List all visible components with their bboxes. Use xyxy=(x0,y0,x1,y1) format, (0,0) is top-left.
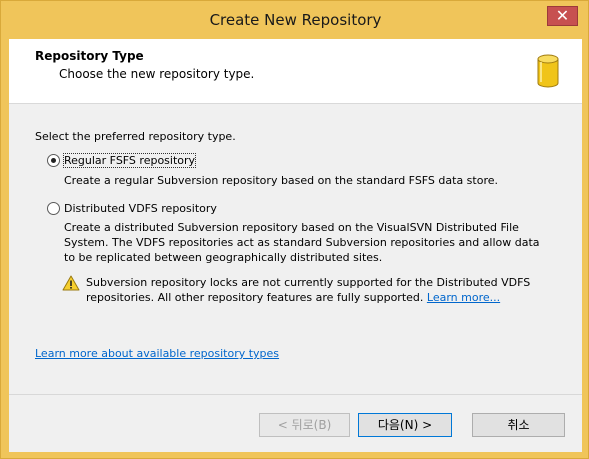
warning-line-1: Subversion repository locks are not curr… xyxy=(86,276,531,289)
fsfs-description: Create a regular Subversion repository b… xyxy=(64,174,499,187)
window-title: Create New Repository xyxy=(209,11,382,29)
button-separator xyxy=(9,394,582,395)
header-title: Repository Type xyxy=(35,49,144,63)
warning-icon xyxy=(62,275,80,291)
vdfs-radio[interactable] xyxy=(47,202,60,215)
cancel-button[interactable]: 취소 xyxy=(472,413,565,437)
learn-more-repository-types-link[interactable]: Learn more about available repository ty… xyxy=(35,347,279,360)
warning-line-2-text: repositories. All other repository featu… xyxy=(86,291,424,304)
vdfs-description-line-2: System. The VDFS repositories act as sta… xyxy=(64,236,540,249)
database-icon xyxy=(537,54,559,88)
dialog-client-area: Repository Type Choose the new repositor… xyxy=(9,39,582,452)
vdfs-description-line-1: Create a distributed Subversion reposito… xyxy=(64,221,519,234)
dialog-window: Create New Repository ✕ Repository Type … xyxy=(0,0,589,459)
wizard-header: Repository Type Choose the new repositor… xyxy=(9,39,582,104)
learn-more-vdfs-link[interactable]: Learn more... xyxy=(427,291,500,304)
warning-line-2: repositories. All other repository featu… xyxy=(86,291,500,304)
prompt-text: Select the preferred repository type. xyxy=(35,130,236,143)
header-subtitle: Choose the new repository type. xyxy=(59,67,255,81)
back-button[interactable]: < 뒤로(B) xyxy=(259,413,350,437)
fsfs-radio[interactable] xyxy=(47,154,60,167)
next-button[interactable]: 다음(N) > xyxy=(358,413,452,437)
vdfs-option-label[interactable]: Distributed VDFS repository xyxy=(64,202,217,215)
close-button[interactable]: ✕ xyxy=(547,6,578,26)
fsfs-option-label[interactable]: Regular FSFS repository xyxy=(62,153,197,168)
vdfs-description-line-3: to be replicated between geographically … xyxy=(64,251,383,264)
